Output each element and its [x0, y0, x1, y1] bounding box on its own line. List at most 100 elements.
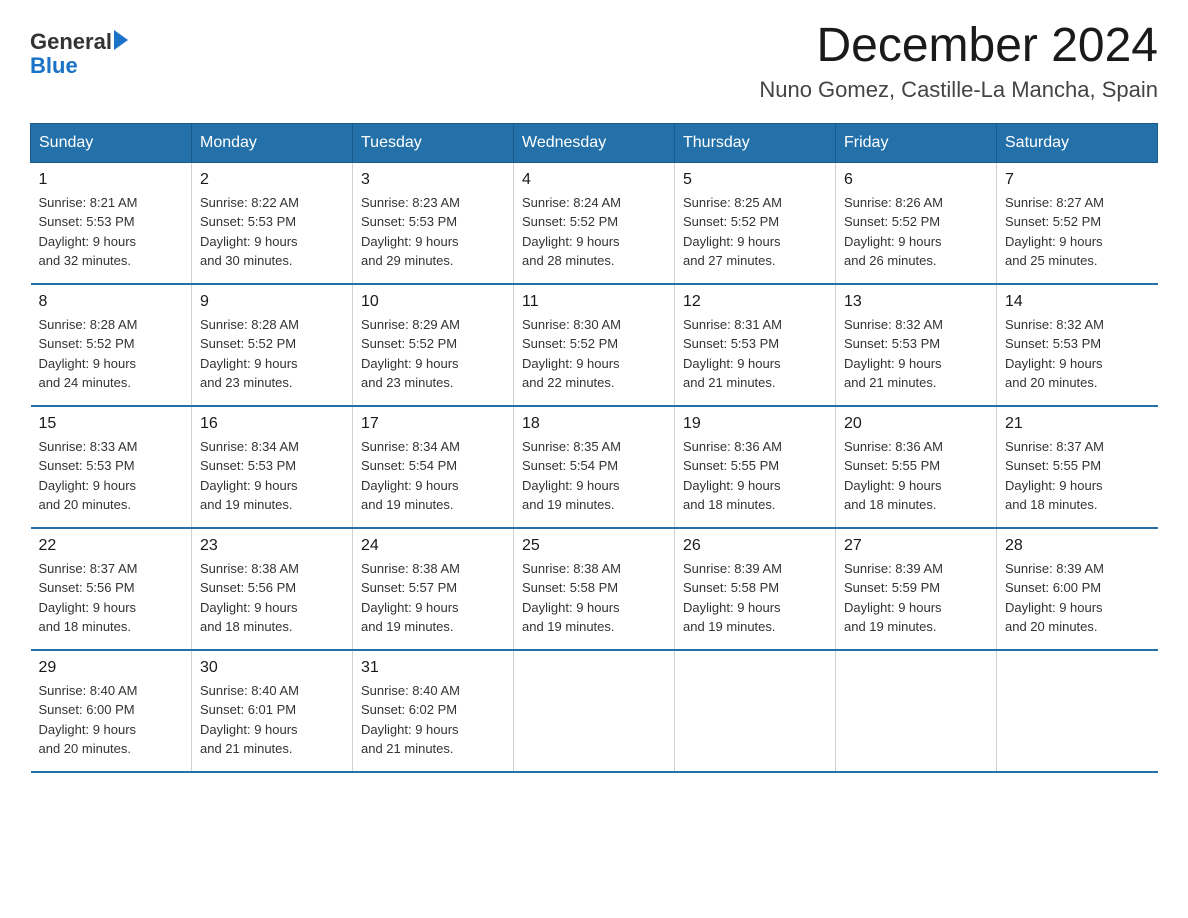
month-title: December 2024: [759, 20, 1158, 73]
day-info: Sunrise: 8:34 AM Sunset: 5:54 PM Dayligh…: [361, 437, 505, 515]
calendar-cell: 11 Sunrise: 8:30 AM Sunset: 5:52 PM Dayl…: [514, 284, 675, 406]
day-info: Sunrise: 8:38 AM Sunset: 5:56 PM Dayligh…: [200, 559, 344, 637]
day-number: 28: [1005, 537, 1150, 555]
day-info: Sunrise: 8:23 AM Sunset: 5:53 PM Dayligh…: [361, 193, 505, 271]
calendar-cell: 15 Sunrise: 8:33 AM Sunset: 5:53 PM Dayl…: [31, 406, 192, 528]
day-number: 29: [39, 659, 184, 677]
calendar-cell: 24 Sunrise: 8:38 AM Sunset: 5:57 PM Dayl…: [353, 528, 514, 650]
calendar-cell: 19 Sunrise: 8:36 AM Sunset: 5:55 PM Dayl…: [675, 406, 836, 528]
header-thursday: Thursday: [675, 123, 836, 162]
day-info: Sunrise: 8:30 AM Sunset: 5:52 PM Dayligh…: [522, 315, 666, 393]
calendar-week-row: 22 Sunrise: 8:37 AM Sunset: 5:56 PM Dayl…: [31, 528, 1158, 650]
day-number: 24: [361, 537, 505, 555]
calendar-cell: [675, 650, 836, 772]
calendar-table: Sunday Monday Tuesday Wednesday Thursday…: [30, 123, 1158, 773]
header-row: Sunday Monday Tuesday Wednesday Thursday…: [31, 123, 1158, 162]
day-info: Sunrise: 8:29 AM Sunset: 5:52 PM Dayligh…: [361, 315, 505, 393]
day-number: 1: [39, 171, 184, 189]
day-number: 6: [844, 171, 988, 189]
calendar-cell: 28 Sunrise: 8:39 AM Sunset: 6:00 PM Dayl…: [997, 528, 1158, 650]
day-number: 14: [1005, 293, 1150, 311]
day-info: Sunrise: 8:39 AM Sunset: 6:00 PM Dayligh…: [1005, 559, 1150, 637]
calendar-cell: 10 Sunrise: 8:29 AM Sunset: 5:52 PM Dayl…: [353, 284, 514, 406]
day-info: Sunrise: 8:39 AM Sunset: 5:59 PM Dayligh…: [844, 559, 988, 637]
calendar-cell: 16 Sunrise: 8:34 AM Sunset: 5:53 PM Dayl…: [192, 406, 353, 528]
calendar-week-row: 8 Sunrise: 8:28 AM Sunset: 5:52 PM Dayli…: [31, 284, 1158, 406]
page-header: General Blue December 2024 Nuno Gomez, C…: [30, 20, 1158, 103]
calendar-week-row: 29 Sunrise: 8:40 AM Sunset: 6:00 PM Dayl…: [31, 650, 1158, 772]
calendar-cell: 14 Sunrise: 8:32 AM Sunset: 5:53 PM Dayl…: [997, 284, 1158, 406]
day-info: Sunrise: 8:36 AM Sunset: 5:55 PM Dayligh…: [844, 437, 988, 515]
day-number: 22: [39, 537, 184, 555]
day-info: Sunrise: 8:21 AM Sunset: 5:53 PM Dayligh…: [39, 193, 184, 271]
header-saturday: Saturday: [997, 123, 1158, 162]
calendar-cell: 13 Sunrise: 8:32 AM Sunset: 5:53 PM Dayl…: [836, 284, 997, 406]
header-friday: Friday: [836, 123, 997, 162]
day-info: Sunrise: 8:37 AM Sunset: 5:55 PM Dayligh…: [1005, 437, 1150, 515]
calendar-cell: 26 Sunrise: 8:39 AM Sunset: 5:58 PM Dayl…: [675, 528, 836, 650]
day-number: 10: [361, 293, 505, 311]
logo: General Blue: [30, 30, 128, 78]
day-number: 15: [39, 415, 184, 433]
calendar-cell: 9 Sunrise: 8:28 AM Sunset: 5:52 PM Dayli…: [192, 284, 353, 406]
calendar-week-row: 1 Sunrise: 8:21 AM Sunset: 5:53 PM Dayli…: [31, 162, 1158, 284]
calendar-cell: 31 Sunrise: 8:40 AM Sunset: 6:02 PM Dayl…: [353, 650, 514, 772]
calendar-cell: 17 Sunrise: 8:34 AM Sunset: 5:54 PM Dayl…: [353, 406, 514, 528]
day-info: Sunrise: 8:35 AM Sunset: 5:54 PM Dayligh…: [522, 437, 666, 515]
calendar-cell: [514, 650, 675, 772]
day-number: 23: [200, 537, 344, 555]
calendar-cell: 25 Sunrise: 8:38 AM Sunset: 5:58 PM Dayl…: [514, 528, 675, 650]
calendar-week-row: 15 Sunrise: 8:33 AM Sunset: 5:53 PM Dayl…: [31, 406, 1158, 528]
calendar-cell: 30 Sunrise: 8:40 AM Sunset: 6:01 PM Dayl…: [192, 650, 353, 772]
day-number: 26: [683, 537, 827, 555]
calendar-cell: 29 Sunrise: 8:40 AM Sunset: 6:00 PM Dayl…: [31, 650, 192, 772]
day-info: Sunrise: 8:22 AM Sunset: 5:53 PM Dayligh…: [200, 193, 344, 271]
day-number: 9: [200, 293, 344, 311]
day-number: 5: [683, 171, 827, 189]
calendar-cell: 20 Sunrise: 8:36 AM Sunset: 5:55 PM Dayl…: [836, 406, 997, 528]
day-number: 17: [361, 415, 505, 433]
day-number: 2: [200, 171, 344, 189]
day-info: Sunrise: 8:39 AM Sunset: 5:58 PM Dayligh…: [683, 559, 827, 637]
day-number: 19: [683, 415, 827, 433]
day-number: 31: [361, 659, 505, 677]
day-info: Sunrise: 8:34 AM Sunset: 5:53 PM Dayligh…: [200, 437, 344, 515]
day-number: 30: [200, 659, 344, 677]
day-info: Sunrise: 8:40 AM Sunset: 6:00 PM Dayligh…: [39, 681, 184, 759]
day-number: 8: [39, 293, 184, 311]
calendar-cell: 22 Sunrise: 8:37 AM Sunset: 5:56 PM Dayl…: [31, 528, 192, 650]
calendar-cell: [997, 650, 1158, 772]
title-block: December 2024 Nuno Gomez, Castille-La Ma…: [759, 20, 1158, 103]
header-monday: Monday: [192, 123, 353, 162]
day-number: 18: [522, 415, 666, 433]
day-info: Sunrise: 8:31 AM Sunset: 5:53 PM Dayligh…: [683, 315, 827, 393]
calendar-cell: 18 Sunrise: 8:35 AM Sunset: 5:54 PM Dayl…: [514, 406, 675, 528]
day-info: Sunrise: 8:38 AM Sunset: 5:57 PM Dayligh…: [361, 559, 505, 637]
header-tuesday: Tuesday: [353, 123, 514, 162]
day-info: Sunrise: 8:32 AM Sunset: 5:53 PM Dayligh…: [1005, 315, 1150, 393]
logo-arrow-icon: [114, 30, 128, 50]
day-info: Sunrise: 8:28 AM Sunset: 5:52 PM Dayligh…: [39, 315, 184, 393]
calendar-cell: 3 Sunrise: 8:23 AM Sunset: 5:53 PM Dayli…: [353, 162, 514, 284]
calendar-cell: [836, 650, 997, 772]
day-info: Sunrise: 8:37 AM Sunset: 5:56 PM Dayligh…: [39, 559, 184, 637]
day-info: Sunrise: 8:33 AM Sunset: 5:53 PM Dayligh…: [39, 437, 184, 515]
calendar-cell: 1 Sunrise: 8:21 AM Sunset: 5:53 PM Dayli…: [31, 162, 192, 284]
day-number: 27: [844, 537, 988, 555]
day-info: Sunrise: 8:28 AM Sunset: 5:52 PM Dayligh…: [200, 315, 344, 393]
calendar-cell: 7 Sunrise: 8:27 AM Sunset: 5:52 PM Dayli…: [997, 162, 1158, 284]
day-info: Sunrise: 8:26 AM Sunset: 5:52 PM Dayligh…: [844, 193, 988, 271]
day-number: 4: [522, 171, 666, 189]
calendar-cell: 5 Sunrise: 8:25 AM Sunset: 5:52 PM Dayli…: [675, 162, 836, 284]
day-number: 11: [522, 293, 666, 311]
header-sunday: Sunday: [31, 123, 192, 162]
day-info: Sunrise: 8:27 AM Sunset: 5:52 PM Dayligh…: [1005, 193, 1150, 271]
day-number: 21: [1005, 415, 1150, 433]
logo-general: General: [30, 30, 112, 54]
calendar-header: Sunday Monday Tuesday Wednesday Thursday…: [31, 123, 1158, 162]
day-info: Sunrise: 8:40 AM Sunset: 6:01 PM Dayligh…: [200, 681, 344, 759]
day-number: 16: [200, 415, 344, 433]
day-number: 20: [844, 415, 988, 433]
calendar-cell: 6 Sunrise: 8:26 AM Sunset: 5:52 PM Dayli…: [836, 162, 997, 284]
calendar-cell: 8 Sunrise: 8:28 AM Sunset: 5:52 PM Dayli…: [31, 284, 192, 406]
